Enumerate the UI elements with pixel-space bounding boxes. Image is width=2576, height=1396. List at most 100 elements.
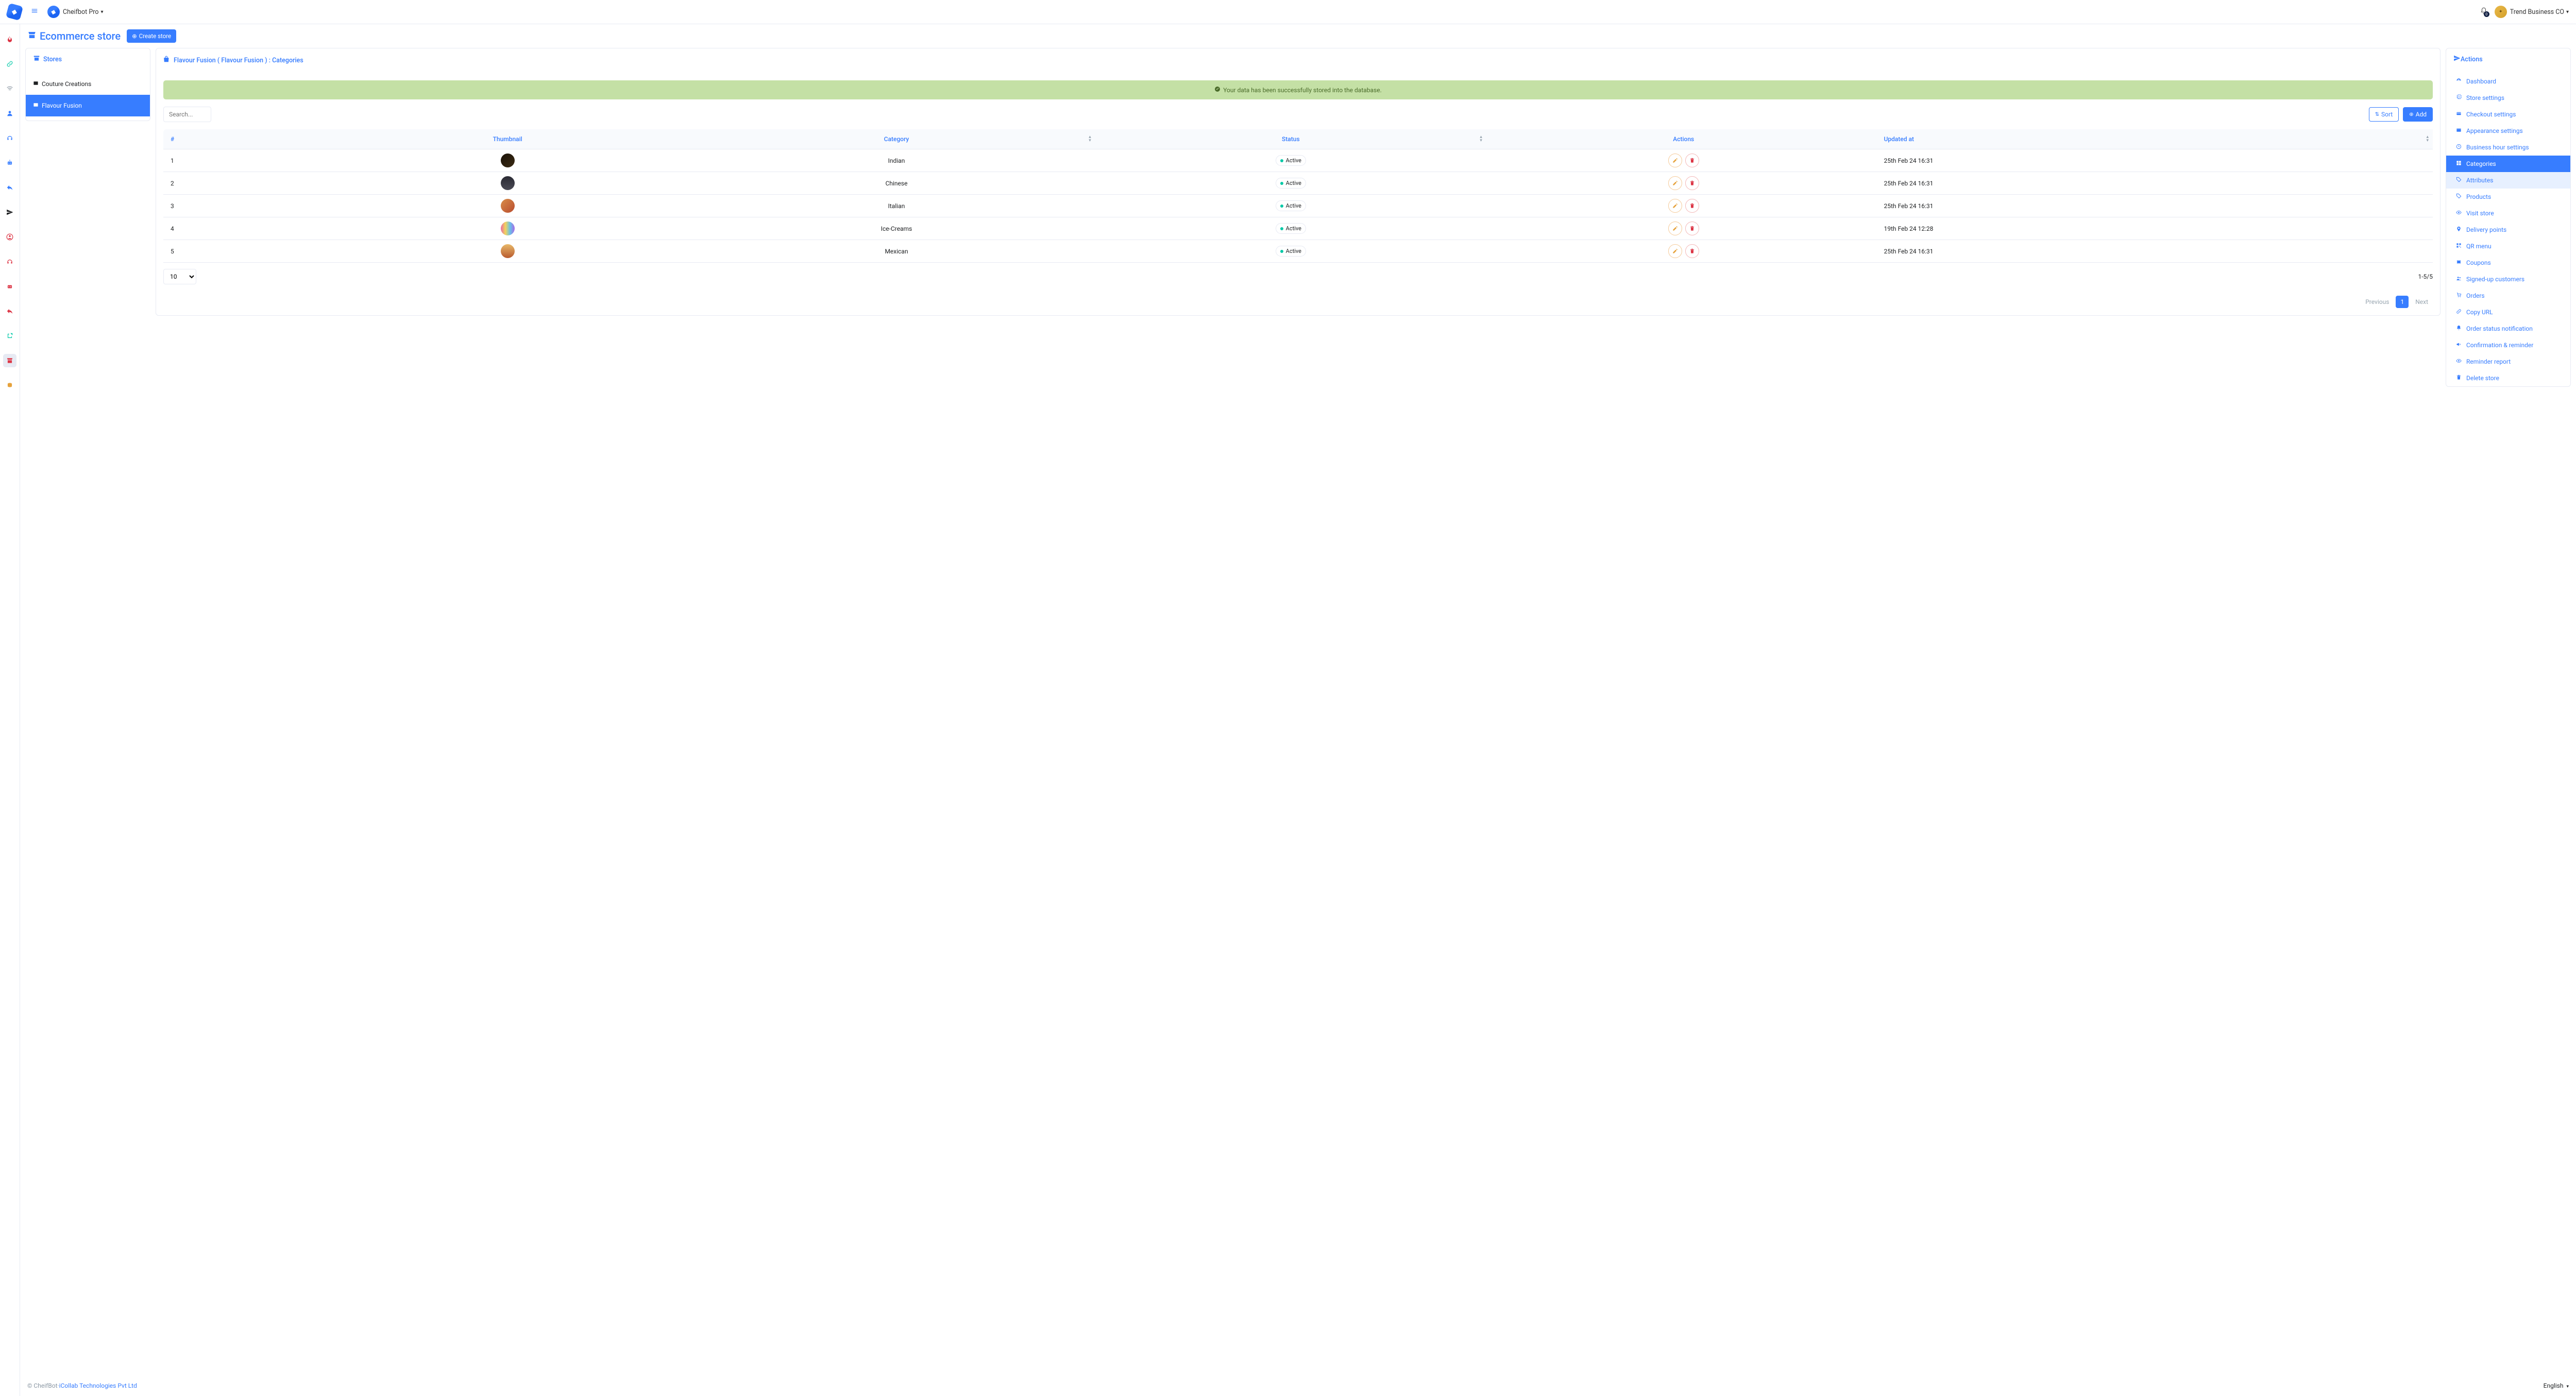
stores-header: Stores <box>26 48 150 73</box>
action-item[interactable]: Order status notification <box>2446 320 2570 337</box>
megaphone-icon <box>2454 342 2463 349</box>
edit-button[interactable] <box>1668 176 1682 190</box>
rail-fire-icon[interactable] <box>3 32 16 46</box>
store-item[interactable]: Couture Creations <box>26 73 150 95</box>
col-actions: Actions <box>1486 129 1881 149</box>
rail-headset2-icon[interactable] <box>3 255 16 268</box>
action-item[interactable]: QR menu <box>2446 238 2570 254</box>
edit-icon <box>1672 248 1678 254</box>
page-next[interactable]: Next <box>2411 296 2433 308</box>
action-item[interactable]: Reminder report <box>2446 353 2570 370</box>
rail-user-circle-icon[interactable] <box>3 230 16 244</box>
bag-icon <box>163 56 171 65</box>
edit-button[interactable] <box>1668 222 1682 235</box>
action-item[interactable]: Delete store <box>2446 370 2570 386</box>
create-store-button[interactable]: ⊕ Create store <box>127 29 176 43</box>
col-category[interactable]: Category▴▾ <box>698 129 1095 149</box>
link-icon <box>2454 309 2463 316</box>
delete-button[interactable] <box>1685 176 1699 190</box>
action-label: Orders <box>2466 292 2485 299</box>
window-icon <box>33 80 39 88</box>
col-index[interactable]: # <box>163 129 317 149</box>
edit-button[interactable] <box>1668 154 1682 167</box>
action-item[interactable]: Delivery points <box>2446 222 2570 238</box>
action-item[interactable]: Checkout settings <box>2446 106 2570 123</box>
gauge-icon <box>2454 78 2463 85</box>
wifi-icon <box>6 85 13 92</box>
plus-circle-icon: ⊕ <box>2409 112 2413 117</box>
cell-index: 3 <box>163 195 317 217</box>
range-label: 1-5/5 <box>2418 273 2433 280</box>
action-label: Copy URL <box>2466 309 2493 316</box>
rail-robot2-icon[interactable] <box>3 280 16 293</box>
delete-button[interactable] <box>1685 154 1699 167</box>
window-icon <box>2454 127 2463 134</box>
page-current[interactable]: 1 <box>2396 296 2409 308</box>
send-icon <box>6 209 13 216</box>
rail-reply-icon[interactable] <box>3 181 16 194</box>
delete-button[interactable] <box>1685 199 1699 213</box>
notifications-button[interactable]: 0 <box>2480 7 2487 16</box>
store-item[interactable]: Flavour Fusion <box>26 95 150 116</box>
action-item[interactable]: Appearance settings <box>2446 123 2570 139</box>
thumbnail-image <box>501 199 515 213</box>
brand-selector[interactable]: ◆ Cheifbot Pro ▾ <box>47 6 104 18</box>
cell-category: Indian <box>698 149 1095 172</box>
action-item[interactable]: Coupons <box>2446 254 2570 271</box>
action-label: Checkout settings <box>2466 111 2516 118</box>
col-updated[interactable]: Updated at▴▾ <box>1881 129 2433 149</box>
action-item[interactable]: Visit store <box>2446 205 2570 222</box>
cell-thumb <box>317 195 698 217</box>
add-button[interactable]: ⊕ Add <box>2403 107 2433 122</box>
rail-reply2-icon[interactable] <box>3 304 16 318</box>
company-link[interactable]: iCollab Technologies Pvt Ltd <box>59 1382 137 1389</box>
menu-toggle-button[interactable] <box>31 7 38 16</box>
search-input[interactable] <box>163 107 211 122</box>
status-badge: Active <box>1276 178 1306 189</box>
action-item[interactable]: Orders <box>2446 287 2570 304</box>
action-item[interactable]: Store settings <box>2446 90 2570 106</box>
action-item[interactable]: Attributes <box>2446 172 2570 189</box>
page-prev[interactable]: Previous <box>2361 296 2394 308</box>
rail-user-icon[interactable] <box>3 107 16 120</box>
delete-button[interactable] <box>1685 244 1699 258</box>
action-item[interactable]: Business hour settings <box>2446 139 2570 156</box>
action-item[interactable]: Copy URL <box>2446 304 2570 320</box>
status-badge: Active <box>1276 246 1306 257</box>
thumbnail-image <box>501 154 515 167</box>
edit-button[interactable] <box>1668 244 1682 258</box>
action-item[interactable]: Categories <box>2446 156 2570 172</box>
action-item[interactable]: Confirmation & reminder <box>2446 337 2570 353</box>
rail-wifi-icon[interactable] <box>3 82 16 95</box>
grid-icon <box>2454 160 2463 167</box>
cell-category: Italian <box>698 195 1095 217</box>
rail-send-icon[interactable] <box>3 206 16 219</box>
action-item[interactable]: Signed-up customers <box>2446 271 2570 287</box>
action-item[interactable]: Dashboard <box>2446 73 2570 90</box>
copyright: © CheifBot <box>27 1382 58 1389</box>
edit-button[interactable] <box>1668 199 1682 213</box>
rail-link-icon[interactable] <box>3 57 16 71</box>
language-selector[interactable]: English ▾ <box>2544 1382 2569 1389</box>
reply2-icon <box>6 308 13 315</box>
headset2-icon <box>6 258 13 265</box>
rail-store-icon[interactable] <box>3 354 16 367</box>
per-page-select[interactable]: 10 <box>163 269 196 284</box>
trash-icon <box>1689 248 1695 254</box>
sort-button[interactable]: ⇅ Sort <box>2369 107 2399 122</box>
categories-table: # Thumbnail Category▴▾ Status▴▾ Actions … <box>163 129 2433 263</box>
rail-coins-icon[interactable] <box>3 379 16 392</box>
col-status[interactable]: Status▴▾ <box>1095 129 1486 149</box>
rail-headset-icon[interactable] <box>3 131 16 145</box>
rail-external-icon[interactable] <box>3 329 16 343</box>
cell-category: Mexican <box>698 240 1095 263</box>
delete-button[interactable] <box>1685 222 1699 235</box>
cell-actions <box>1486 217 1881 240</box>
sort-icon: ⇅ <box>2375 112 2379 117</box>
action-label: Categories <box>2466 160 2496 167</box>
user-menu[interactable]: ✦ Trend Business CO ▾ <box>2495 6 2569 18</box>
table-toolbar: ⇅ Sort ⊕ Add <box>163 107 2433 122</box>
coins-icon <box>6 382 13 389</box>
rail-robot-icon[interactable] <box>3 156 16 169</box>
action-item[interactable]: Products <box>2446 189 2570 205</box>
